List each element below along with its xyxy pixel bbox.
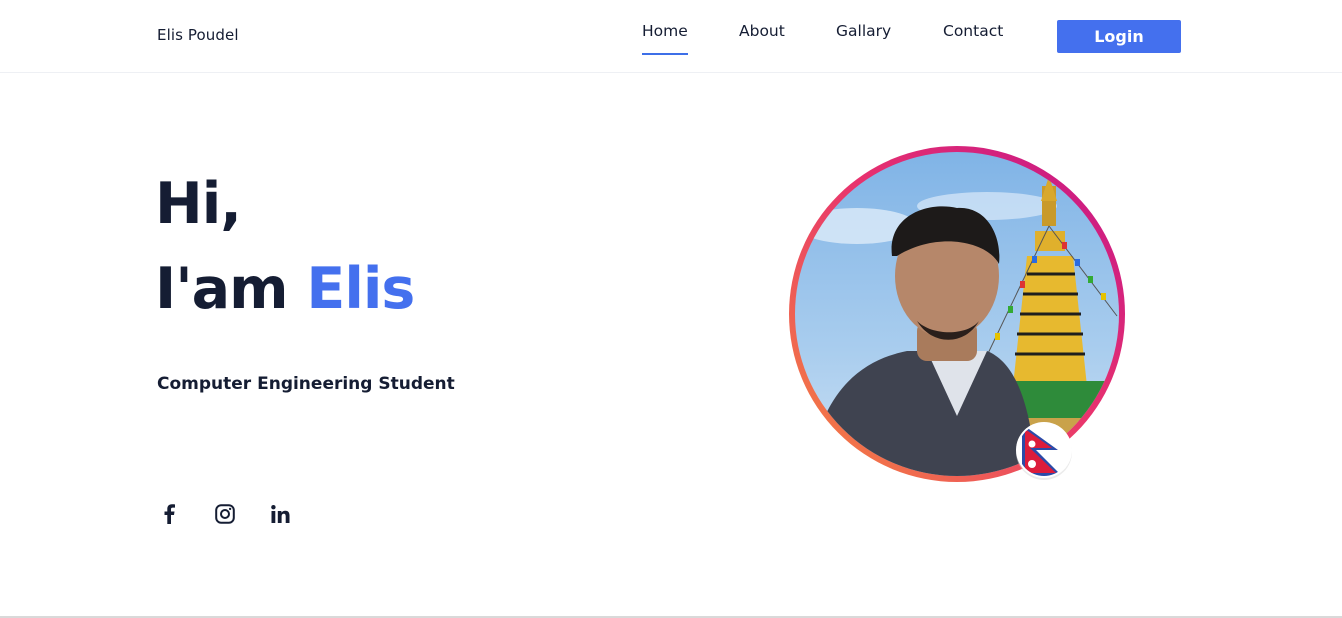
navbar: Elis Poudel Home About Gallary Contact L… <box>0 0 1342 73</box>
nav-about[interactable]: About <box>739 22 785 40</box>
profile-avatar <box>787 146 1127 486</box>
nepal-flag-icon <box>1014 420 1074 480</box>
nav-home[interactable]: Home <box>642 22 688 55</box>
instagram-icon[interactable] <box>213 502 237 526</box>
hero-subtitle: Computer Engineering Student <box>157 374 455 394</box>
facebook-icon[interactable] <box>157 502 181 526</box>
nav-gallery[interactable]: Gallary <box>836 22 891 40</box>
nav-contact[interactable]: Contact <box>943 22 1003 40</box>
login-button[interactable]: Login <box>1057 20 1181 53</box>
hero-greeting: Hi, <box>155 171 242 237</box>
linkedin-icon[interactable] <box>268 502 292 526</box>
hero-iam-prefix: I'am <box>155 256 289 322</box>
brand-name[interactable]: Elis Poudel <box>157 26 239 44</box>
hero-intro: I'am Elis <box>155 261 415 318</box>
hero-name: Elis <box>306 256 415 322</box>
